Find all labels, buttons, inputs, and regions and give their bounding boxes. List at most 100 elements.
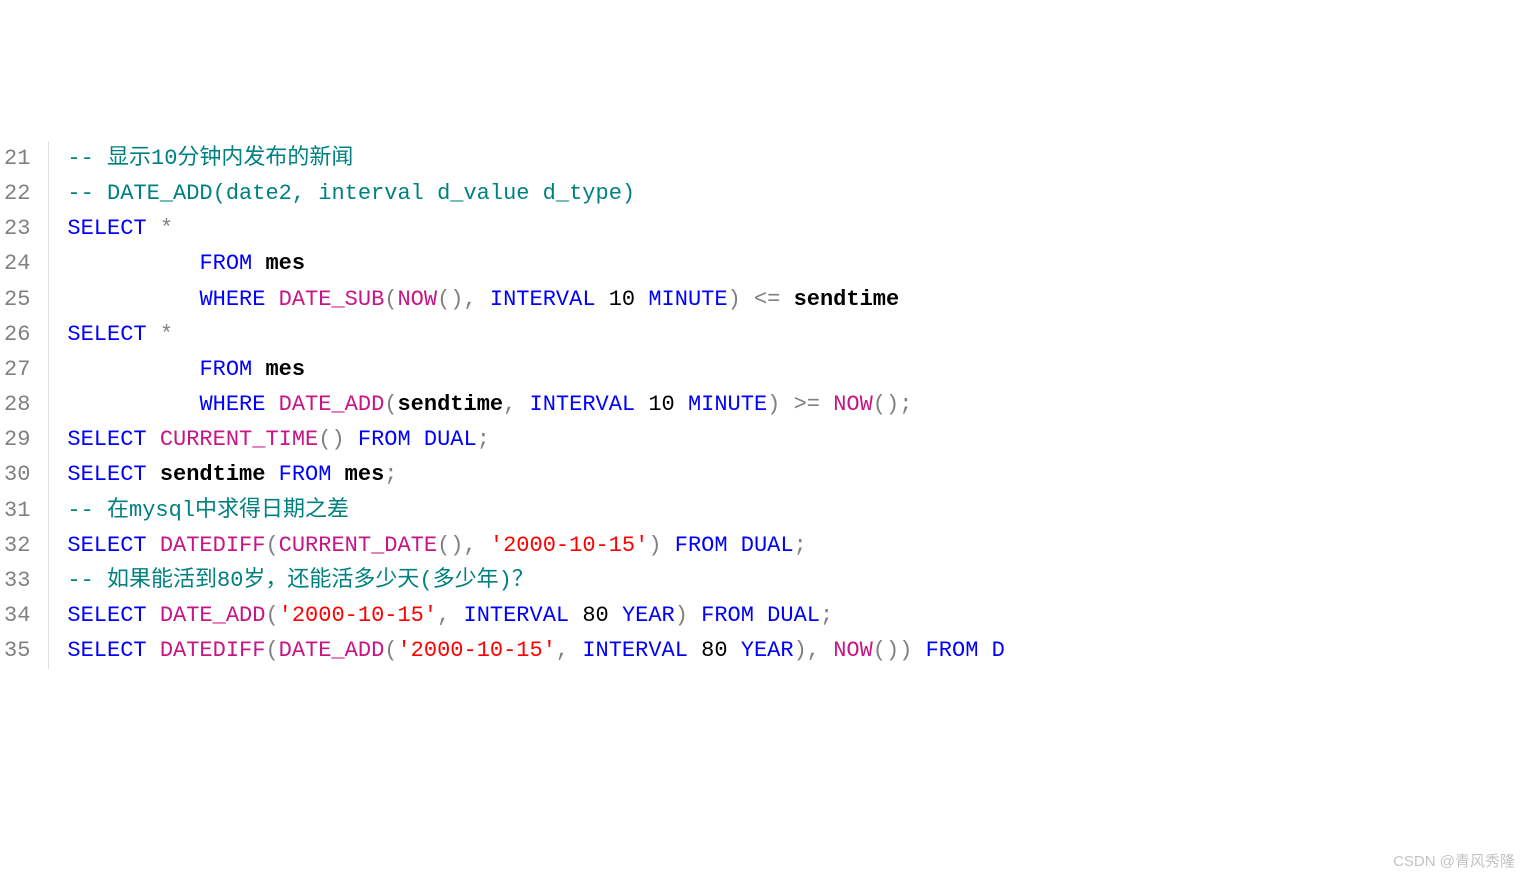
code-token: () [318,427,358,452]
code-token [265,287,278,312]
code-token: FROM [675,533,728,558]
line-number: 26 [4,317,30,352]
code-token [688,638,701,663]
code-token [609,603,622,628]
code-token: (); [873,392,913,417]
code-editor: 212223242526272829303132333435 -- 显示10分钟… [0,141,1523,669]
line-number: 27 [4,352,30,387]
code-token: INTERVAL [464,603,570,628]
code-line: SELECT DATE_ADD('2000-10-15', INTERVAL 8… [67,598,1523,633]
code-token: , [556,638,582,663]
code-token: '2000-10-15' [397,638,555,663]
code-token: '2000-10-15' [490,533,648,558]
code-token [820,392,833,417]
code-token [675,392,688,417]
code-token: CURRENT_TIME [160,427,318,452]
code-token [265,392,278,417]
code-token [411,427,424,452]
code-token: MINUTE [648,287,727,312]
watermark: CSDN @青风秀隆 [1393,850,1515,874]
code-token: NOW [397,287,437,312]
code-token [147,322,160,347]
code-token [252,357,265,382]
code-token: SELECT [67,462,146,487]
code-token: ( [384,392,397,417]
line-number: 35 [4,633,30,668]
code-token: -- 在mysql中求得日期之差 [67,498,349,523]
line-number: 30 [4,457,30,492]
code-token: sendtime [397,392,503,417]
code-token [67,392,199,417]
code-token: SELECT [67,322,146,347]
code-token: SELECT [67,216,146,241]
code-area: -- 显示10分钟内发布的新闻-- DATE_ADD(date2, interv… [49,141,1523,669]
code-token: SELECT [67,533,146,558]
code-token: 10 [648,392,674,417]
code-token: sendtime [794,287,900,312]
code-line: -- 显示10分钟内发布的新闻 [67,141,1523,176]
code-token [635,287,648,312]
code-token [331,462,344,487]
code-token: CURRENT_DATE [279,533,437,558]
code-token: ( [265,533,278,558]
code-token: ()) [873,638,926,663]
code-line: SELECT * [67,211,1523,246]
code-token [147,638,160,663]
code-token [754,603,767,628]
code-token: ; [477,427,490,452]
code-token: , [503,392,529,417]
code-token: DATE_SUB [279,287,385,312]
code-token [147,427,160,452]
code-token: FROM [926,638,979,663]
line-number: 31 [4,493,30,528]
code-token: DUAL [424,427,477,452]
code-token [265,462,278,487]
code-token: ; [794,533,807,558]
code-token: INTERVAL [582,638,688,663]
code-token: ( [265,638,278,663]
code-line: FROM mes [67,352,1523,387]
code-token: mes [265,251,305,276]
code-token: ( [384,638,397,663]
line-number: 32 [4,528,30,563]
code-token: FROM [358,427,411,452]
line-number-gutter: 212223242526272829303132333435 [0,141,49,669]
line-number: 29 [4,422,30,457]
code-token: -- 显示10分钟内发布的新闻 [67,146,353,171]
code-line: SELECT * [67,317,1523,352]
code-token: FROM [701,603,754,628]
code-token: mes [265,357,305,382]
code-token: ) [767,392,793,417]
code-token [252,251,265,276]
code-token: DATEDIFF [160,638,266,663]
code-token: NOW [833,638,873,663]
code-token: FROM [279,462,332,487]
code-line: SELECT CURRENT_TIME() FROM DUAL; [67,422,1523,457]
code-token: WHERE [199,287,265,312]
code-token: (), [437,287,490,312]
code-token: ( [384,287,397,312]
code-line: FROM mes [67,246,1523,281]
code-token: ) [675,603,701,628]
code-token: INTERVAL [490,287,596,312]
code-token: WHERE [199,392,265,417]
line-number: 21 [4,141,30,176]
code-token: YEAR [622,603,675,628]
code-token: DUAL [767,603,820,628]
code-token: FROM [199,251,252,276]
code-line: -- 在mysql中求得日期之差 [67,493,1523,528]
code-token: MINUTE [688,392,767,417]
code-token [569,603,582,628]
code-token: '2000-10-15' [279,603,437,628]
code-token: DATEDIFF [160,533,266,558]
code-token: <= [754,287,780,312]
code-token [728,533,741,558]
code-token: NOW [833,392,873,417]
code-token: 80 [582,603,608,628]
code-line: SELECT DATEDIFF(DATE_ADD('2000-10-15', I… [67,633,1523,668]
code-token [635,392,648,417]
code-token: INTERVAL [530,392,636,417]
code-token [67,251,199,276]
code-token: , [437,603,463,628]
line-number: 28 [4,387,30,422]
